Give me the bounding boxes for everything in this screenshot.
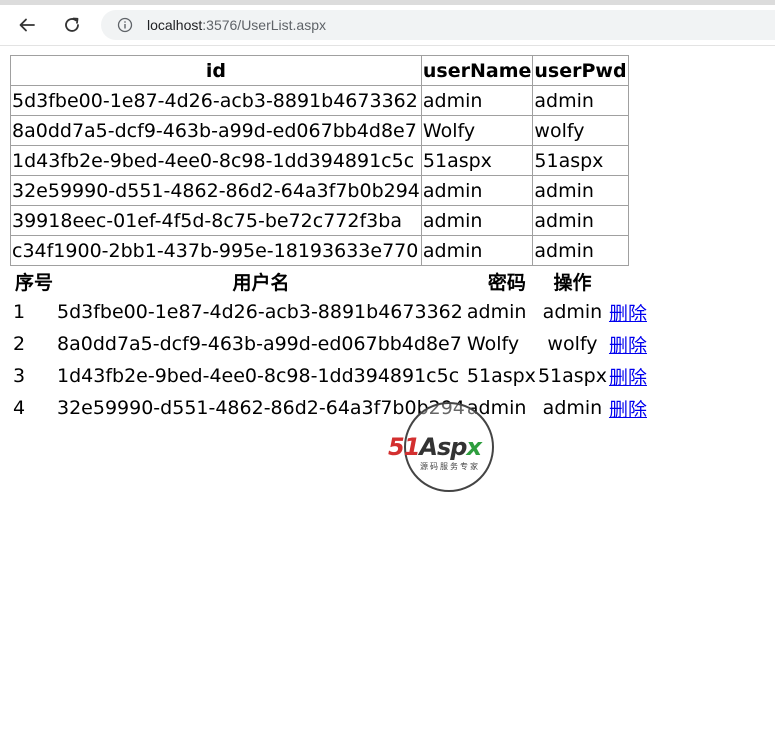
url-text[interactable]: localhost:3576/UserList.aspx bbox=[147, 17, 326, 33]
gridview-cell-id: c34f1900-2bb1-437b-995e-18193633e770 bbox=[10, 235, 422, 266]
gridview-header-row: id userName userPwd bbox=[10, 55, 629, 86]
gridview-cell-username: 51aspx bbox=[420, 145, 534, 176]
watermark-logo-text: 51Aspx bbox=[388, 433, 513, 461]
table-row: 1d43fb2e-9bed-4ee0-8c98-1dd394891c5c 51a… bbox=[10, 145, 629, 176]
gridview-cell-username: admin bbox=[420, 175, 534, 206]
gridview-cell-userpwd: admin bbox=[532, 235, 629, 266]
gridview-cell-id: 1d43fb2e-9bed-4ee0-8c98-1dd394891c5c bbox=[10, 145, 422, 176]
repeater-header-password: 密码 bbox=[487, 271, 526, 294]
repeater-header-action: 操作 bbox=[553, 271, 592, 294]
user-gridview: id userName userPwd 5d3fbe00-1e87-4d26-a… bbox=[10, 55, 629, 266]
delete-link[interactable]: 删除 bbox=[609, 367, 647, 389]
reload-icon bbox=[65, 17, 79, 32]
gridview-cell-id: 39918eec-01ef-4f5d-8c75-be72c772f3ba bbox=[10, 205, 422, 236]
back-arrow-icon bbox=[19, 18, 35, 32]
repeater-header-row: 序号 用户名 密码 操作 bbox=[12, 266, 648, 296]
repeater-cell-password: wolfy bbox=[547, 333, 598, 355]
gridview-cell-id: 32e59990-d551-4862-86d2-64a3f7b0b294 bbox=[10, 175, 422, 206]
repeater-cell-action: 删除 bbox=[608, 328, 648, 360]
repeater-cell-number: 4 bbox=[13, 397, 26, 419]
url-host: localhost bbox=[147, 17, 203, 33]
repeater-cell-number: 3 bbox=[13, 365, 26, 387]
repeater-cell-number: 2 bbox=[13, 333, 26, 355]
delete-link[interactable]: 删除 bbox=[609, 303, 647, 325]
list-item: 1 5d3fbe00-1e87-4d26-acb3-8891b4673362 a… bbox=[12, 296, 648, 328]
list-item: 3 1d43fb2e-9bed-4ee0-8c98-1dd394891c5c 5… bbox=[12, 360, 648, 392]
gridview-header-userpwd: userPwd bbox=[532, 55, 629, 86]
user-repeater-table: 序号 用户名 密码 操作 1 5d3fbe00-1e87-4d26-acb3-8… bbox=[12, 266, 648, 424]
51aspx-watermark-logo: 51Aspx 源码服务专家 bbox=[388, 400, 513, 495]
gridview-cell-userpwd: wolfy bbox=[532, 115, 629, 146]
gridview-header-id: id bbox=[10, 55, 422, 86]
repeater-header-username: 用户名 bbox=[232, 271, 290, 294]
list-item: 2 8a0dd7a5-dcf9-463b-a99d-ed067bb4d8e7 W… bbox=[12, 328, 648, 360]
gridview-cell-id: 5d3fbe00-1e87-4d26-acb3-8891b4673362 bbox=[10, 85, 422, 116]
table-row: 32e59990-d551-4862-86d2-64a3f7b0b294 adm… bbox=[10, 175, 629, 206]
list-item: 4 32e59990-d551-4862-86d2-64a3f7b0b294 a… bbox=[12, 392, 648, 424]
gridview-cell-username: admin bbox=[420, 235, 534, 266]
gridview-cell-userpwd: admin bbox=[532, 85, 629, 116]
repeater-cell-name: Wolfy bbox=[466, 333, 520, 355]
delete-link[interactable]: 删除 bbox=[609, 399, 647, 421]
repeater-header-number: 序号 bbox=[14, 271, 53, 294]
address-bar[interactable]: localhost:3576/UserList.aspx bbox=[101, 10, 775, 40]
back-button[interactable] bbox=[12, 10, 42, 40]
reload-button[interactable] bbox=[57, 10, 87, 40]
repeater-cell-password: admin bbox=[542, 397, 603, 419]
repeater-cell-action: 删除 bbox=[608, 296, 648, 328]
repeater-cell-id: 1d43fb2e-9bed-4ee0-8c98-1dd394891c5c bbox=[57, 365, 460, 387]
table-row: 5d3fbe00-1e87-4d26-acb3-8891b4673362 adm… bbox=[10, 85, 629, 116]
gridview-cell-username: admin bbox=[420, 85, 534, 116]
repeater-cell-id: 8a0dd7a5-dcf9-463b-a99d-ed067bb4d8e7 bbox=[57, 333, 462, 355]
gridview-cell-userpwd: 51aspx bbox=[532, 145, 629, 176]
table-row: 8a0dd7a5-dcf9-463b-a99d-ed067bb4d8e7 Wol… bbox=[10, 115, 629, 146]
repeater-cell-id: 5d3fbe00-1e87-4d26-acb3-8891b4673362 bbox=[57, 301, 463, 323]
repeater-cell-name: 51aspx bbox=[466, 365, 536, 387]
repeater-cell-password: 51aspx bbox=[537, 365, 607, 387]
repeater-cell-name: admin bbox=[466, 301, 527, 323]
gridview-cell-userpwd: admin bbox=[532, 205, 629, 236]
browser-toolbar: localhost:3576/UserList.aspx bbox=[0, 5, 775, 46]
table-row: 39918eec-01ef-4f5d-8c75-be72c772f3ba adm… bbox=[10, 205, 629, 236]
repeater-cell-action: 删除 bbox=[608, 360, 648, 392]
table-row: c34f1900-2bb1-437b-995e-18193633e770 adm… bbox=[10, 235, 629, 266]
delete-link[interactable]: 删除 bbox=[609, 335, 647, 357]
info-icon[interactable] bbox=[117, 17, 133, 33]
gridview-cell-username: Wolfy bbox=[420, 115, 534, 146]
repeater-cell-password: admin bbox=[542, 301, 603, 323]
gridview-cell-id: 8a0dd7a5-dcf9-463b-a99d-ed067bb4d8e7 bbox=[10, 115, 422, 146]
url-path: :3576/UserList.aspx bbox=[202, 17, 326, 33]
repeater-cell-action: 删除 bbox=[608, 392, 648, 424]
gridview-cell-userpwd: admin bbox=[532, 175, 629, 206]
watermark-logo-asp: Asp bbox=[419, 433, 467, 461]
gridview-header-username: userName bbox=[420, 55, 534, 86]
watermark-logo-51: 51 bbox=[388, 433, 420, 461]
watermark-tagline: 源码服务专家 bbox=[420, 462, 480, 471]
page-content: id userName userPwd 5d3fbe00-1e87-4d26-a… bbox=[0, 46, 775, 424]
gridview-cell-username: admin bbox=[420, 205, 534, 236]
repeater-cell-number: 1 bbox=[13, 301, 26, 323]
watermark-logo-x: x bbox=[466, 433, 482, 461]
